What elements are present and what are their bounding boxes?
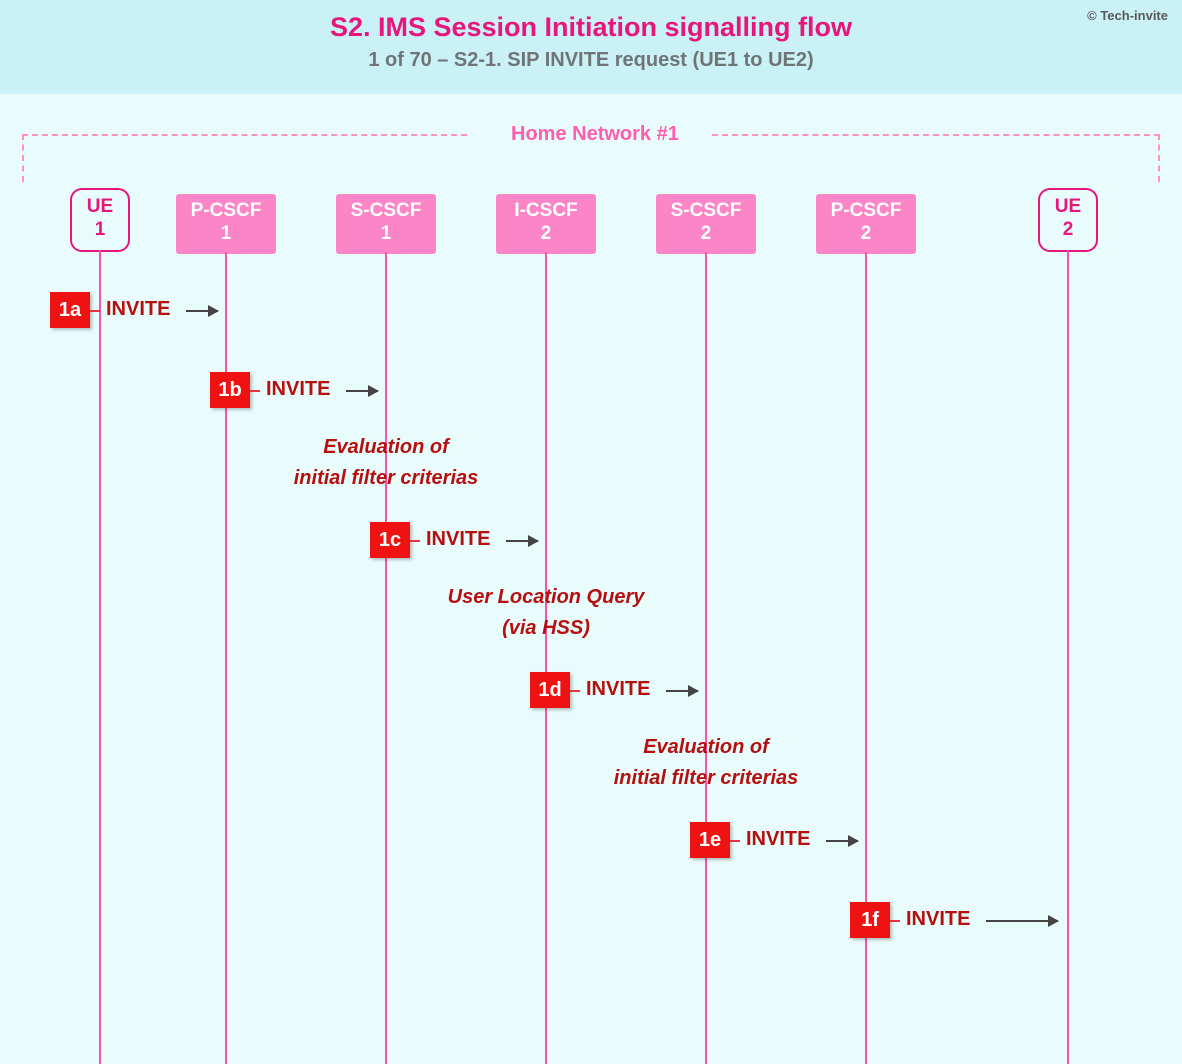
bracket-side-left <box>22 134 24 182</box>
actor-ue2: UE 2 <box>1038 188 1098 252</box>
tick <box>90 310 100 312</box>
actor-label: S-CSCF <box>671 200 742 221</box>
lifeline-scscf2 <box>705 252 707 1064</box>
sequence-diagram: Home Network #1 UE 1 P-CSCF 1 S-CSCF 1 I… <box>0 94 1182 1064</box>
step-1f: 1f <box>850 902 890 938</box>
arrow-right-icon <box>186 310 218 312</box>
lifeline-ue1 <box>99 250 101 1064</box>
tick <box>890 920 900 922</box>
actor-sub: 1 <box>95 219 106 240</box>
step-1b: 1b <box>210 372 250 408</box>
msg-1b: INVITE <box>266 378 330 401</box>
actor-sub: 2 <box>1063 219 1074 240</box>
msg-1c: INVITE <box>426 528 490 551</box>
step-1a: 1a <box>50 292 90 328</box>
bracket-side-right <box>1158 134 1160 182</box>
actor-label: P-CSCF <box>831 200 902 221</box>
page-title: S2. IMS Session Initiation signalling fl… <box>0 0 1182 43</box>
note-eval-2: Evaluation of initial filter criterias <box>576 732 836 794</box>
msg-1e: INVITE <box>746 828 810 851</box>
actor-sub: 1 <box>221 223 232 244</box>
actor-pcscf2: P-CSCF 2 <box>816 194 916 254</box>
msg-1a: INVITE <box>106 298 170 321</box>
bracket-top-right <box>712 134 1160 136</box>
step-1d: 1d <box>530 672 570 708</box>
actor-scscf2: S-CSCF 2 <box>656 194 756 254</box>
tick <box>250 390 260 392</box>
bracket-top-left <box>22 134 467 136</box>
bracket-label: Home Network #1 <box>495 123 695 146</box>
note-ulq: User Location Query (via HSS) <box>416 582 676 644</box>
step-1e: 1e <box>690 822 730 858</box>
lifeline-ue2 <box>1067 250 1069 1064</box>
msg-1f: INVITE <box>906 908 970 931</box>
actor-label: I-CSCF <box>514 200 577 221</box>
actor-sub: 2 <box>861 223 872 244</box>
lifeline-scscf1 <box>385 252 387 1064</box>
header: S2. IMS Session Initiation signalling fl… <box>0 0 1182 94</box>
arrow-right-icon <box>506 540 538 542</box>
actor-sub: 1 <box>381 223 392 244</box>
tick <box>410 540 420 542</box>
msg-1d: INVITE <box>586 678 650 701</box>
actor-ue1: UE 1 <box>70 188 130 252</box>
arrow-right-icon <box>826 840 858 842</box>
copyright-label: © Tech-invite <box>1087 8 1168 23</box>
note-eval-1: Evaluation of initial filter criterias <box>256 432 516 494</box>
step-1c: 1c <box>370 522 410 558</box>
arrow-right-icon <box>346 390 378 392</box>
lifeline-pcscf2 <box>865 252 867 1064</box>
actor-label: UE <box>1055 196 1081 217</box>
actor-label: P-CSCF <box>191 200 262 221</box>
tick <box>730 840 740 842</box>
arrow-right-icon <box>986 920 1058 922</box>
actor-sub: 2 <box>541 223 552 244</box>
actor-label: S-CSCF <box>351 200 422 221</box>
page-subtitle: 1 of 70 – S2-1. SIP INVITE request (UE1 … <box>0 49 1182 72</box>
actor-label: UE <box>87 196 113 217</box>
arrow-right-icon <box>666 690 698 692</box>
actor-sub: 2 <box>701 223 712 244</box>
actor-icscf2: I-CSCF 2 <box>496 194 596 254</box>
tick <box>570 690 580 692</box>
actor-pcscf1: P-CSCF 1 <box>176 194 276 254</box>
actor-scscf1: S-CSCF 1 <box>336 194 436 254</box>
lifeline-icscf2 <box>545 252 547 1064</box>
